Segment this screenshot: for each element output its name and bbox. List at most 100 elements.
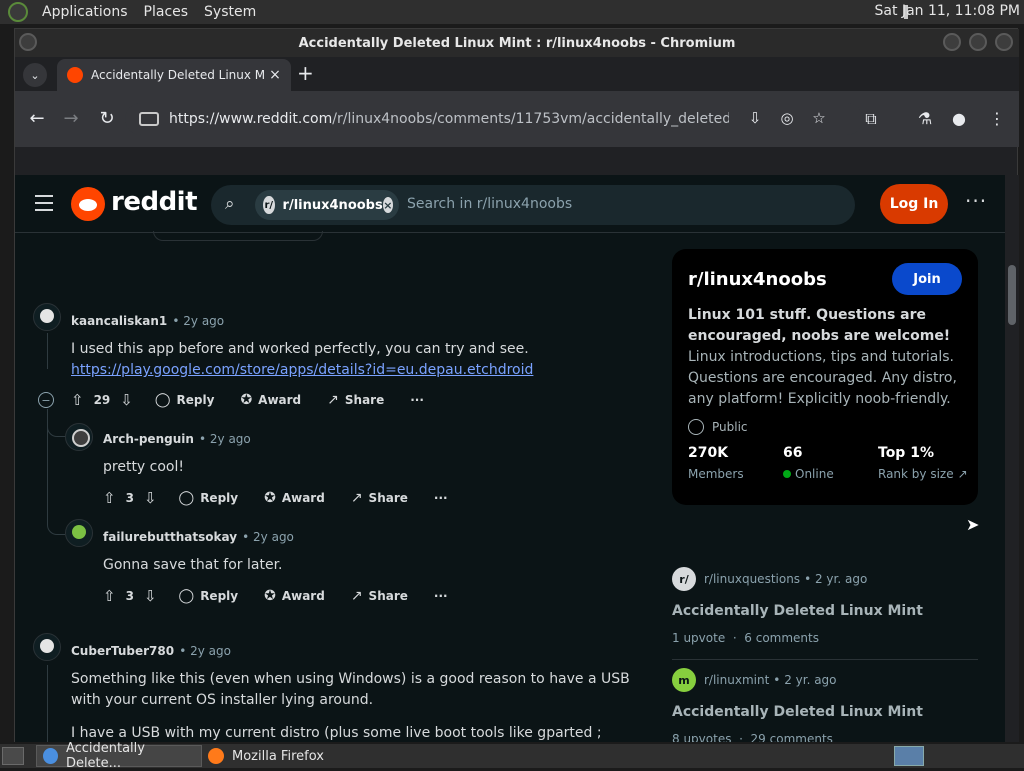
downvote-icon[interactable]: ⇩ <box>120 391 133 409</box>
avatar[interactable] <box>65 423 93 451</box>
subreddit-search-chip[interactable]: r/ r/linux4noobs × <box>255 190 399 220</box>
back-button[interactable]: ← <box>25 107 49 131</box>
comment-link[interactable]: https://play.google.com/store/apps/detai… <box>71 362 533 378</box>
comment-meta: CuberTuber780 • 2y ago <box>71 640 231 659</box>
thread-line <box>47 665 48 742</box>
join-button[interactable]: Join <box>892 263 962 295</box>
award-button[interactable]: ✪ Award <box>264 490 325 506</box>
subreddit-avatar-icon: r/ <box>263 196 275 214</box>
subreddit-icon: r/ <box>672 567 696 591</box>
taskbar: Accidentally Delete... Mozilla Firefox <box>0 741 1024 771</box>
reddit-logo-icon[interactable] <box>71 187 105 221</box>
chrome-menu-icon[interactable]: ⋮ <box>985 107 1009 131</box>
comment-author[interactable]: failurebutthatsokay <box>103 530 237 544</box>
hamburger-menu-icon[interactable] <box>35 195 53 211</box>
window-titlebar[interactable]: Accidentally Deleted Linux Mint : r/linu… <box>15 29 1019 57</box>
close-window-icon[interactable] <box>995 33 1013 51</box>
reply-button[interactable]: ◯ Reply <box>179 490 239 506</box>
avatar[interactable] <box>65 519 93 547</box>
share-button[interactable]: ↗ Share <box>351 588 408 604</box>
related-meta: 1 upvote · 6 comments <box>672 631 819 645</box>
show-desktop-icon[interactable] <box>2 747 24 765</box>
comment-time: • 2y ago <box>242 530 294 544</box>
downvote-icon[interactable]: ⇩ <box>144 587 157 605</box>
profile-icon[interactable]: ● <box>947 107 971 131</box>
collapse-thread-icon[interactable]: − <box>38 392 54 408</box>
header-more-icon[interactable]: ··· <box>965 189 987 213</box>
tab-reddit[interactable]: Accidentally Deleted Linux M × <box>57 59 291 91</box>
award-button[interactable]: ✪ Award <box>240 392 301 408</box>
taskbar-item-firefox[interactable]: Mozilla Firefox <box>202 745 330 767</box>
comment-author[interactable]: CuberTuber780 <box>71 644 174 658</box>
reddit-search[interactable]: ⌕ r/ r/linux4noobs × Search in r/linux4n… <box>211 185 855 225</box>
subreddit-tagline: Linux 101 stuff. Questions are encourage… <box>688 307 951 344</box>
reddit-wordmark[interactable]: reddit <box>111 187 198 217</box>
comment-time: • 2y ago <box>172 314 225 328</box>
related-post[interactable]: m r/linuxmint • 2 yr. ago Accidentally D… <box>672 668 978 742</box>
avatar[interactable] <box>33 303 61 331</box>
award-button[interactable]: ✪ Award <box>264 588 325 604</box>
menu-applications[interactable]: Applications <box>34 4 136 20</box>
related-post[interactable]: r/ r/linuxquestions • 2 yr. ago Accident… <box>672 567 978 660</box>
tab-search-button[interactable]: ⌄ <box>23 63 47 87</box>
labs-flask-icon[interactable]: ⚗ <box>913 107 937 131</box>
tab-title: Accidentally Deleted Linux M <box>91 68 265 82</box>
vote-count: 3 <box>125 491 134 505</box>
tab-close-icon[interactable]: × <box>265 67 285 83</box>
panel-clock[interactable]: Sat Jan 11, 11:08 PM <box>875 3 1020 19</box>
forward-button[interactable]: → <box>59 107 83 131</box>
upvote-icon[interactable]: ⇧ <box>103 587 116 605</box>
related-subreddit[interactable]: r/linuxquestions <box>704 572 800 586</box>
url-text[interactable]: https://www.reddit.com/r/linux4noobs/com… <box>169 111 729 127</box>
more-options-button[interactable]: ··· <box>434 491 448 505</box>
chip-clear-icon[interactable]: × <box>382 197 393 213</box>
window-menu-icon[interactable] <box>19 33 37 51</box>
share-button[interactable]: ↗ Share <box>327 392 384 408</box>
menu-places[interactable]: Places <box>136 4 197 20</box>
site-info-icon[interactable] <box>139 112 159 126</box>
minimize-icon[interactable] <box>943 33 961 51</box>
tracking-protection-icon[interactable]: ◎ <box>777 109 797 129</box>
install-app-icon[interactable]: ⇩ <box>745 109 765 129</box>
award-icon: ✪ <box>240 392 253 408</box>
subreddit-name[interactable]: r/linux4noobs <box>688 269 827 290</box>
downvote-icon[interactable]: ⇩ <box>144 489 157 507</box>
system-top-panel: Applications Places System Sat Jan 11, 1… <box>0 0 1024 24</box>
maximize-icon[interactable] <box>969 33 987 51</box>
search-input[interactable]: Search in r/linux4noobs <box>407 196 572 212</box>
share-button[interactable]: ↗ Share <box>351 490 408 506</box>
comment-author[interactable]: kaancaliskan1 <box>71 314 167 328</box>
reload-button[interactable]: ↻ <box>95 107 119 131</box>
more-options-button[interactable]: ··· <box>434 589 448 603</box>
vote-count: 29 <box>93 393 111 407</box>
thread-line <box>47 333 48 369</box>
distro-logo-icon[interactable] <box>8 2 28 22</box>
share-icon: ↗ <box>350 490 363 506</box>
related-subreddit[interactable]: r/linuxmint <box>704 673 769 687</box>
menu-system[interactable]: System <box>196 4 264 20</box>
reply-button[interactable]: ◯ Reply <box>179 588 239 604</box>
page-scrollbar[interactable] <box>1005 175 1019 742</box>
comment-time: • 2y ago <box>179 644 231 658</box>
extensions-icon[interactable]: ⧉ <box>859 107 883 131</box>
new-tab-button[interactable]: + <box>297 61 314 85</box>
external-link-icon[interactable]: ↗ <box>958 467 968 481</box>
workspace-switcher[interactable] <box>894 746 924 766</box>
avatar[interactable] <box>33 633 61 661</box>
upvote-icon[interactable]: ⇧ <box>103 489 116 507</box>
browser-toolbar: ← → ↻ https://www.reddit.com/r/linux4noo… <box>15 91 1019 147</box>
related-title[interactable]: Accidentally Deleted Linux Mint <box>672 704 978 720</box>
upvote-icon[interactable]: ⇧ <box>71 391 84 409</box>
reply-icon: ◯ <box>154 392 171 408</box>
previous-element-edge <box>153 231 323 241</box>
related-title[interactable]: Accidentally Deleted Linux Mint <box>672 603 978 619</box>
address-bar[interactable]: https://www.reddit.com/r/linux4noobs/com… <box>125 103 863 135</box>
more-options-button[interactable]: ··· <box>410 393 424 407</box>
scrollbar-thumb[interactable] <box>1008 265 1016 325</box>
search-icon: ⌕ <box>225 194 235 214</box>
login-button[interactable]: Log In <box>880 184 948 224</box>
taskbar-item-chromium[interactable]: Accidentally Delete... <box>36 741 202 771</box>
comment-author[interactable]: Arch-penguin <box>103 432 194 446</box>
bookmark-star-icon[interactable]: ☆ <box>809 109 829 129</box>
reply-button[interactable]: ◯ Reply <box>155 392 215 408</box>
